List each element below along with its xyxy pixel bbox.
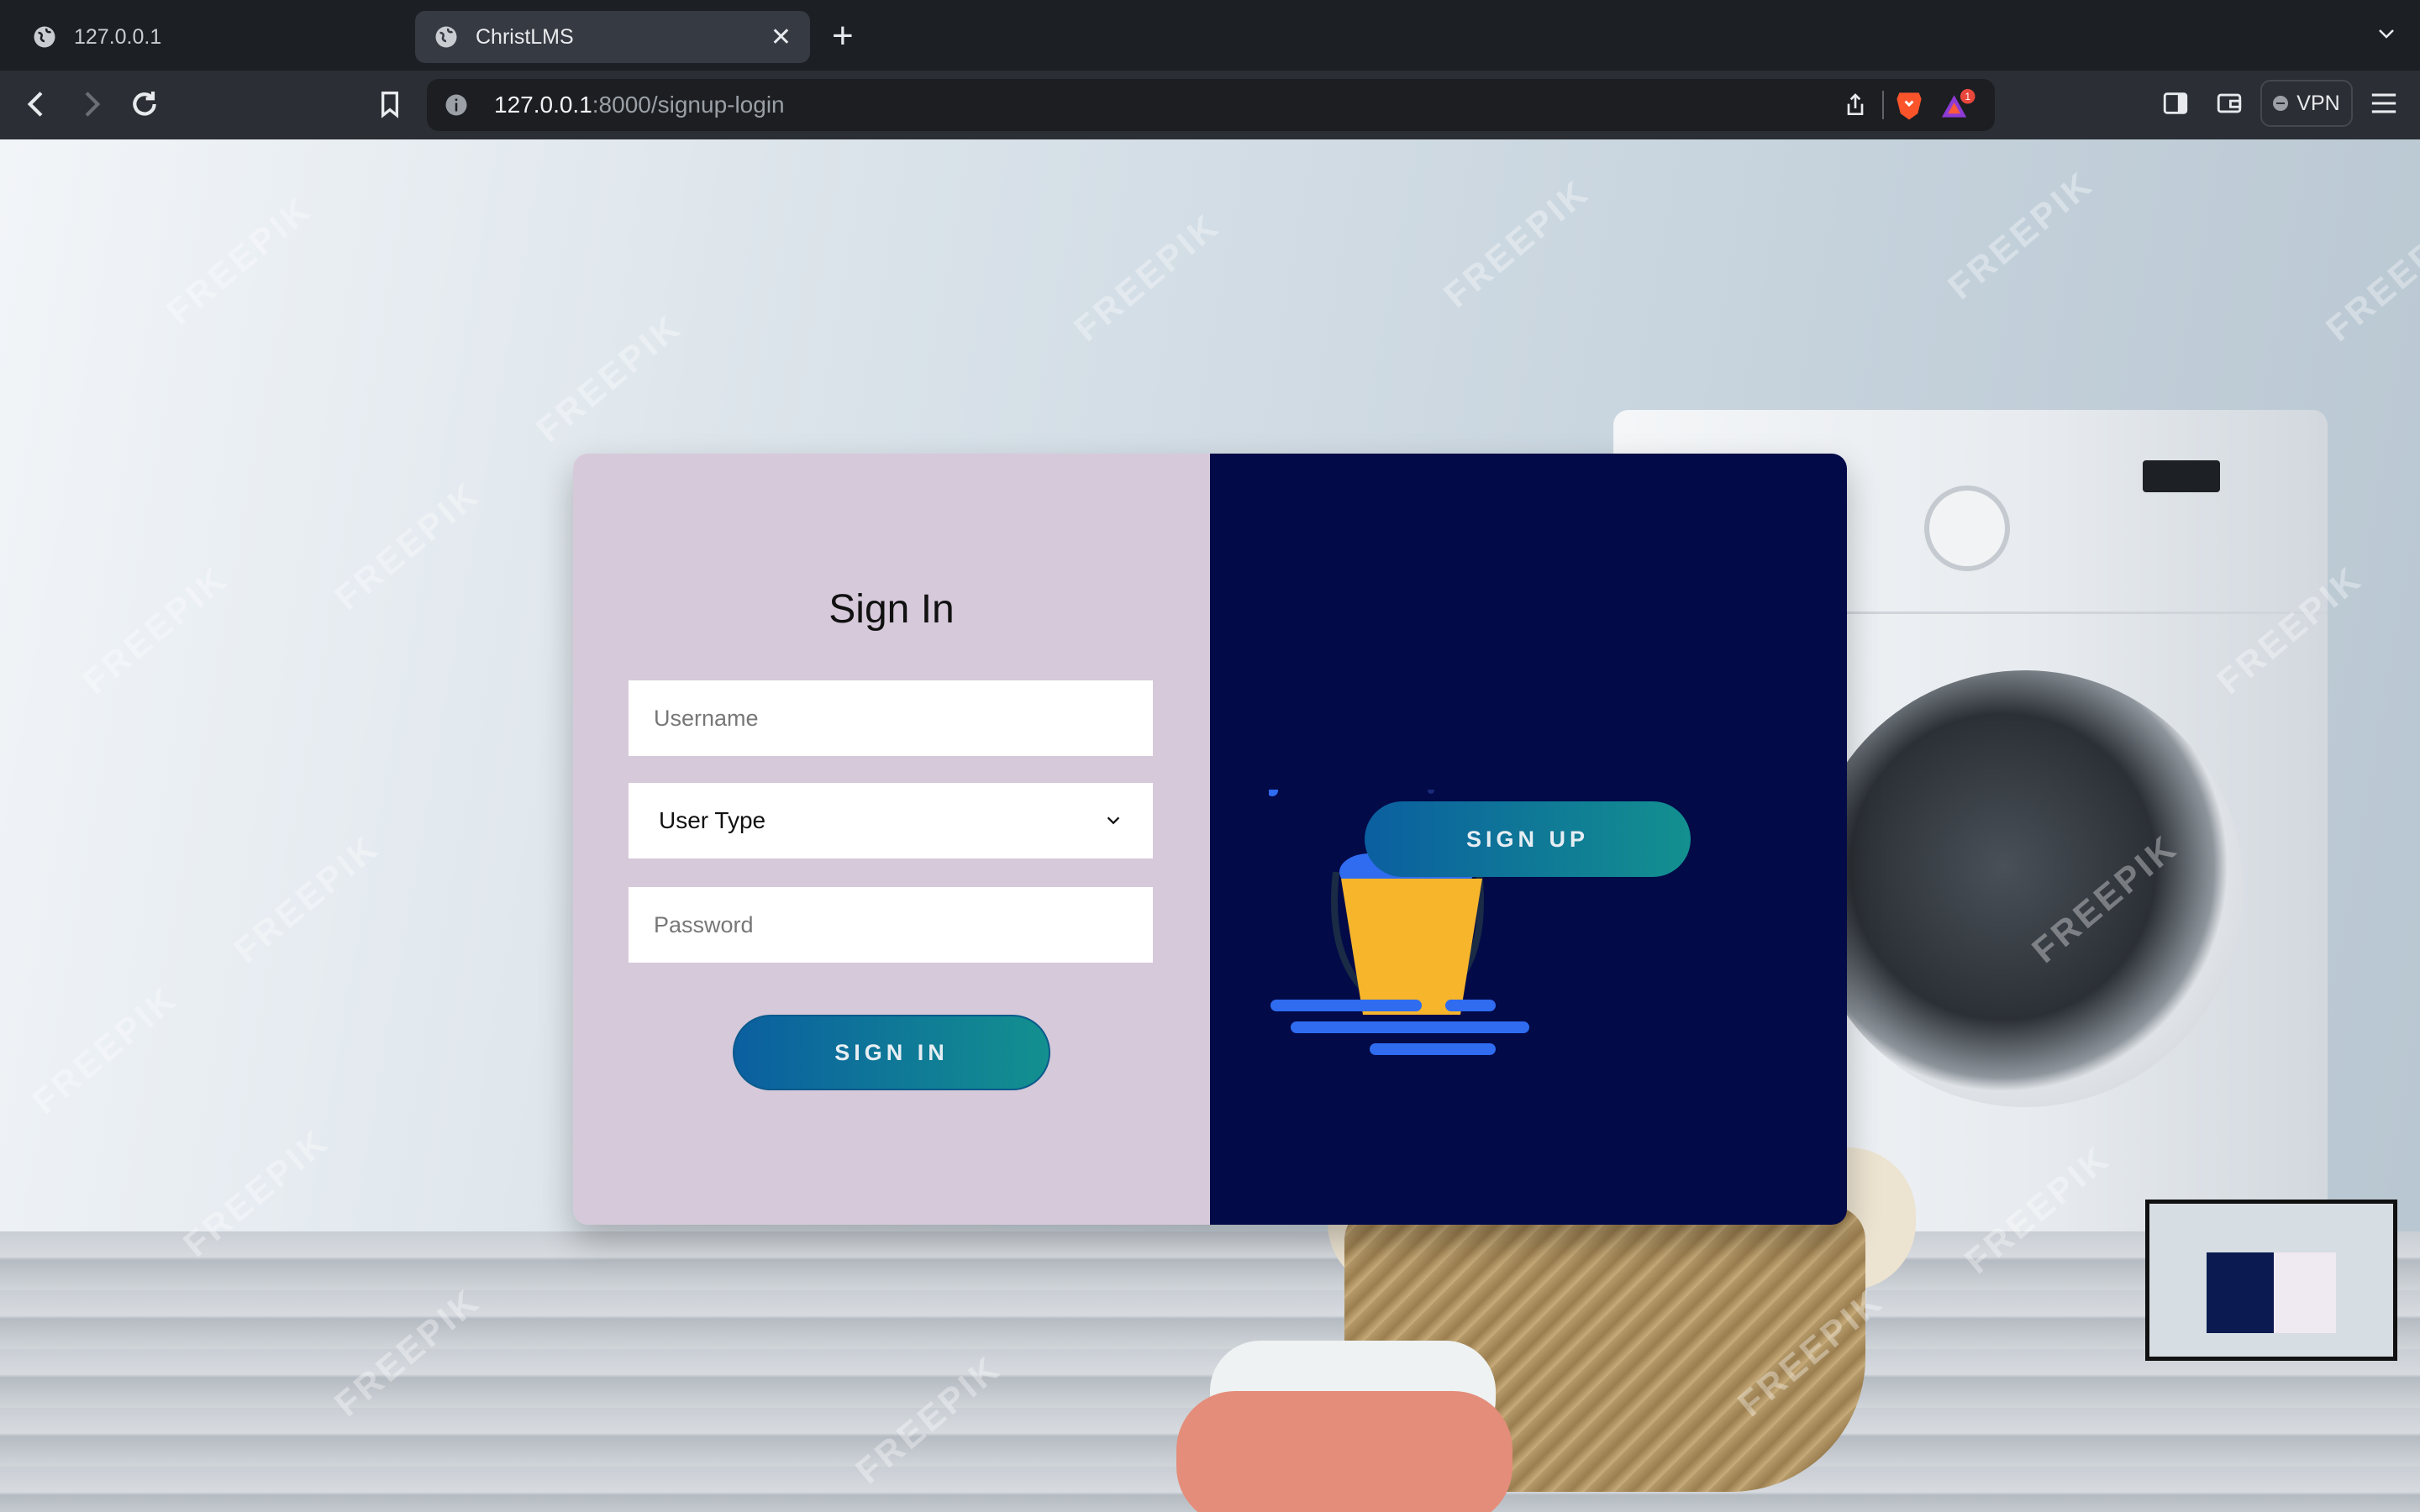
user-type-selected: User Type: [659, 807, 766, 833]
bubble-icon: [1269, 790, 1278, 796]
watermark: FREEPIK: [159, 188, 320, 333]
forward-icon[interactable]: [74, 87, 108, 121]
tab-title: ChristLMS: [476, 24, 574, 49]
watermark: FREEPIK: [1436, 171, 1597, 316]
watermark: FREEPIK: [327, 474, 488, 618]
page-title: Sign In: [829, 587, 955, 632]
back-icon[interactable]: [20, 87, 54, 121]
url-path: :8000/signup-login: [592, 92, 785, 118]
divider: [1882, 91, 1884, 119]
new-tab-button[interactable]: +: [832, 15, 854, 57]
signin-panel: Sign In User Type SIGN IN: [573, 454, 1210, 1225]
bubble-icon: [1428, 790, 1434, 794]
tab-title: 127.0.0.1: [74, 24, 162, 49]
username-field[interactable]: [629, 680, 1153, 756]
picture-in-picture-thumbnail[interactable]: [2145, 1200, 2397, 1361]
chevron-down-icon: [1107, 816, 1120, 825]
vpn-button[interactable]: VPN: [2260, 80, 2353, 127]
washer-door: [1807, 670, 2244, 1107]
wallet-icon[interactable]: [2215, 89, 2244, 118]
watermark: FREEPIK: [2318, 205, 2420, 349]
bucket-icon: [1341, 879, 1482, 1015]
watermark: FREEPIK: [1940, 163, 2102, 307]
menu-icon[interactable]: [2370, 91, 2398, 116]
towel-image: [1176, 1391, 1512, 1512]
rewards-badge: 1: [1965, 92, 1970, 102]
washer-display: [2143, 460, 2220, 492]
globe-icon: [34, 26, 55, 48]
watermark: FREEPIK: [529, 306, 690, 450]
watermark: FREEPIK: [24, 978, 186, 1122]
brave-rewards-icon[interactable]: 1: [1939, 87, 1976, 123]
signup-panel: SIGN UP: [1210, 454, 1847, 1225]
vpn-status-icon: [2273, 96, 2289, 111]
tab-localhost[interactable]: 127.0.0.1: [13, 11, 392, 63]
sidebar-icon[interactable]: [2161, 89, 2190, 118]
reload-icon[interactable]: [128, 87, 161, 121]
watermark: FREEPIK: [226, 827, 387, 971]
share-icon[interactable]: [1842, 92, 1869, 118]
washer-knob: [1924, 486, 2010, 571]
tab-strip: 127.0.0.1 ChristLMS ✕ +: [0, 0, 2420, 71]
sign-up-button[interactable]: SIGN UP: [1365, 801, 1691, 877]
brave-shields-icon[interactable]: [1894, 89, 1924, 121]
globe-icon: [435, 26, 457, 48]
site-info-icon[interactable]: [444, 92, 469, 118]
close-tab-icon[interactable]: ✕: [771, 23, 792, 52]
vpn-label: VPN: [2296, 91, 2340, 115]
watermark: FREEPIK: [75, 558, 236, 702]
tab-list-icon[interactable]: [2376, 24, 2396, 44]
tab-christlms[interactable]: ChristLMS ✕: [415, 11, 810, 63]
auth-card: Sign In User Type SIGN IN SIGN UP: [573, 454, 1847, 1225]
sign-in-button[interactable]: SIGN IN: [733, 1015, 1050, 1090]
pip-preview: [2274, 1252, 2336, 1333]
pip-preview: [2207, 1252, 2274, 1333]
bookmark-icon[interactable]: [373, 87, 407, 121]
user-type-select[interactable]: User Type: [629, 783, 1153, 858]
watermark: FREEPIK: [1066, 205, 1228, 349]
url-host: 127.0.0.1: [494, 92, 592, 118]
password-field[interactable]: [629, 887, 1153, 963]
address-bar[interactable]: 127.0.0.1:8000/signup-login 1: [427, 79, 1995, 131]
